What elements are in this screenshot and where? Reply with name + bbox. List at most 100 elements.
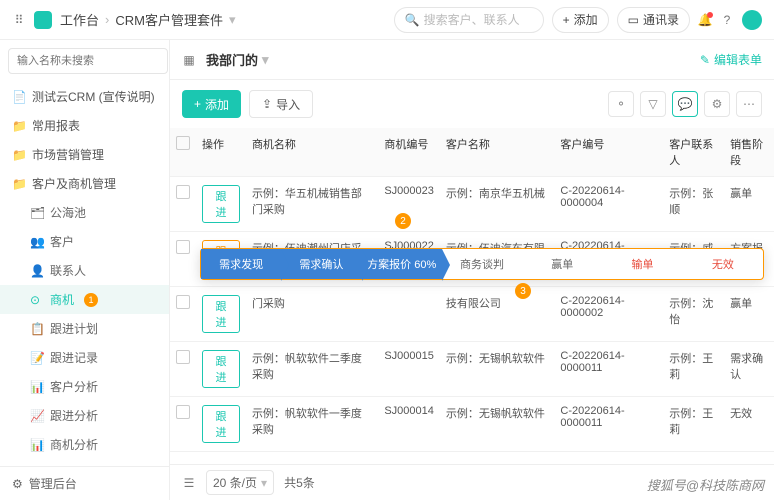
marker-3: 3: [515, 283, 531, 299]
cell-code: [378, 287, 440, 342]
watermark: 搜狐号@科技陈商网: [647, 475, 764, 494]
import-button[interactable]: ⇪导入: [249, 90, 313, 118]
cell-cno: C-20220614-0000011: [554, 397, 663, 452]
sidebar-item[interactable]: 📁市场营销管理: [0, 140, 169, 169]
sidebar-item[interactable]: 📄测试云CRM (宣传说明): [0, 82, 169, 111]
table-row: 跟进 示例：帆软软件二季度采购 SJ000015 示例：无锡帆软软件 C-202…: [170, 342, 774, 397]
stage[interactable]: 需求发现: [201, 249, 281, 279]
col-header: 客户联系人: [663, 128, 724, 177]
item-icon: ⊙: [30, 293, 44, 307]
cell-customer: 示例：无锡帆软软件: [440, 397, 555, 452]
cell-customer: 示例：无锡帆软软件: [440, 342, 555, 397]
sidebar: + 新建 ‹ 📄测试云CRM (宣传说明)📁常用报表📁市场营销管理📁客户及商机管…: [0, 40, 170, 500]
cell-cno: C-20220614-0000004: [554, 177, 663, 232]
table-add-button[interactable]: +添加: [182, 90, 241, 118]
sidebar-search[interactable]: [8, 48, 168, 74]
col-header: 客户名称: [440, 128, 555, 177]
sidebar-subitem[interactable]: 📋跟进计划: [0, 314, 169, 343]
stage[interactable]: 需求确认: [281, 249, 361, 279]
sidebar-subitem[interactable]: 👤联系人: [0, 256, 169, 285]
follow-button[interactable]: 跟进: [202, 185, 240, 223]
settings-icon[interactable]: ⚙: [704, 91, 730, 117]
stage[interactable]: 方案报价 60%: [362, 249, 442, 279]
grid-icon[interactable]: ▦: [182, 53, 196, 67]
cell-stage: 需求确认: [724, 342, 774, 397]
page-size-select[interactable]: 20 条/页▾: [206, 470, 274, 495]
sidebar-item[interactable]: 📁产品报价管理: [0, 459, 169, 466]
columns-icon[interactable]: ☰: [182, 476, 196, 490]
chevron-down-icon: ▾: [229, 12, 236, 28]
main-panel: ▦ 我部门的▾ ✎编辑表单 +添加 ⇪导入 ⚬ ▽ 💬 ⚙ ⋯ 操作商机名称商机…: [170, 40, 774, 500]
cell-code: SJ000014: [378, 397, 440, 452]
item-icon: 📝: [30, 351, 44, 365]
cell-customer: 示例：南京华五机械: [440, 177, 555, 232]
cell-contact: 示例：张顺: [663, 177, 724, 232]
view-selector[interactable]: 我部门的▾: [206, 50, 269, 69]
admin-link[interactable]: ⚙管理后台: [0, 466, 169, 500]
table-row: 跟进 门采购 技有限公司 C-20220614-0000002 示例：沈怡 赢单: [170, 287, 774, 342]
checkbox[interactable]: [176, 185, 190, 199]
breadcrumb: 工作台 › CRM客户管理套件 ▾: [60, 10, 236, 29]
edit-form-link[interactable]: ✎编辑表单: [700, 51, 762, 68]
gear-icon: ⚙: [12, 477, 23, 491]
checkbox[interactable]: [176, 350, 190, 364]
bell-icon[interactable]: 🔔: [698, 13, 712, 27]
item-icon: 📈: [30, 409, 44, 423]
follow-button[interactable]: 跟进: [202, 405, 240, 443]
crumb-workspace[interactable]: 工作台: [60, 10, 99, 29]
item-icon: 📋: [30, 322, 44, 336]
marker-2: 2: [395, 213, 411, 229]
filter-icon[interactable]: ⚬: [608, 91, 634, 117]
item-icon: 👤: [30, 264, 44, 278]
avatar[interactable]: [742, 10, 762, 30]
folder-icon: 📄: [12, 90, 26, 104]
comment-icon[interactable]: 💬: [672, 91, 698, 117]
sidebar-subitem[interactable]: 🗂公海池: [0, 198, 169, 227]
help-icon[interactable]: ?: [720, 13, 734, 27]
folder-icon: 📁: [12, 177, 26, 191]
apps-icon[interactable]: ⠿: [12, 13, 26, 27]
cell-cno: C-20220614-0000011: [554, 342, 663, 397]
cell-cno: C-20220614-0000002: [554, 287, 663, 342]
checkbox[interactable]: [176, 136, 190, 150]
col-header: 客户编号: [554, 128, 663, 177]
crumb-suite[interactable]: CRM客户管理套件: [115, 10, 223, 29]
add-button[interactable]: +添加: [552, 7, 609, 33]
stage[interactable]: 赢单: [522, 249, 602, 279]
pencil-icon: ✎: [700, 53, 710, 67]
item-icon: 📊: [30, 380, 44, 394]
follow-button[interactable]: 跟进: [202, 350, 240, 388]
top-bar: ⠿ 工作台 › CRM客户管理套件 ▾ 🔍 搜索客户、联系人 +添加 ▭通讯录 …: [0, 0, 774, 40]
item-icon: 📊: [30, 438, 44, 452]
sidebar-subitem[interactable]: 👥客户: [0, 227, 169, 256]
sidebar-subitem[interactable]: 📊客户分析: [0, 372, 169, 401]
stage[interactable]: 无效: [683, 249, 763, 279]
checkbox[interactable]: [176, 240, 190, 254]
item-icon: 👥: [30, 235, 44, 249]
badge: 1: [84, 293, 98, 307]
stage[interactable]: 商务谈判: [442, 249, 522, 279]
sidebar-subitem[interactable]: 📊商机分析: [0, 430, 169, 459]
cell-name: 示例：帆软软件一季度采购: [246, 397, 378, 452]
funnel-icon[interactable]: ▽: [640, 91, 666, 117]
cell-contact: 示例：王莉: [663, 342, 724, 397]
book-icon: ▭: [628, 13, 639, 27]
table-row: 跟进 示例：帆软软件一季度采购 SJ000014 示例：无锡帆软软件 C-202…: [170, 397, 774, 452]
cell-customer: 技有限公司: [440, 287, 555, 342]
cell-name: 示例：帆软软件二季度采购: [246, 342, 378, 397]
follow-button[interactable]: 跟进: [202, 295, 240, 333]
sidebar-subitem[interactable]: 📈跟进分析: [0, 401, 169, 430]
contacts-button[interactable]: ▭通讯录: [617, 7, 690, 33]
checkbox[interactable]: [176, 295, 190, 309]
sidebar-item[interactable]: 📁客户及商机管理: [0, 169, 169, 198]
checkbox[interactable]: [176, 405, 190, 419]
stage[interactable]: 输单: [602, 249, 682, 279]
total-count: 共5条: [284, 474, 315, 491]
sidebar-item[interactable]: 📁常用报表: [0, 111, 169, 140]
global-search[interactable]: 🔍 搜索客户、联系人: [394, 7, 544, 33]
col-header: 商机名称: [246, 128, 378, 177]
cell-contact: 示例：沈怡: [663, 287, 724, 342]
more-icon[interactable]: ⋯: [736, 91, 762, 117]
sidebar-subitem[interactable]: 📝跟进记录: [0, 343, 169, 372]
sidebar-subitem[interactable]: ⊙商机1: [0, 285, 169, 314]
